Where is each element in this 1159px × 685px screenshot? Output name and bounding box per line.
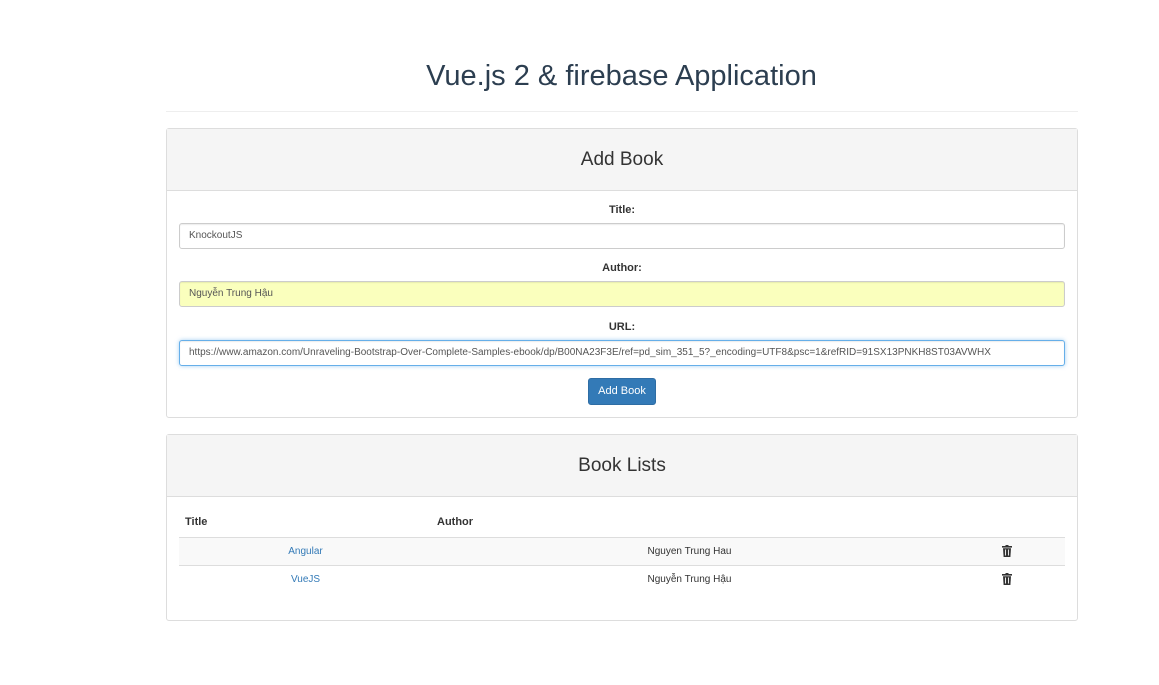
book-author: Nguyen Trung Hau [647, 546, 732, 557]
author-label: Author: [602, 262, 642, 274]
column-header-author: Author [437, 516, 474, 528]
trash-icon[interactable] [1002, 545, 1012, 557]
trash-icon[interactable] [1002, 573, 1012, 585]
book-list-heading: Book Lists [167, 435, 1077, 497]
column-header-title: Title [185, 516, 208, 528]
book-author: Nguyễn Trung Hậu [647, 574, 732, 585]
author-input[interactable]: Nguyễn Trung Hậu [179, 281, 1065, 307]
book-list-panel: Book Lists Title Author Angular Nguyen T… [166, 434, 1078, 621]
table-row: Angular Nguyen Trung Hau [179, 537, 1065, 565]
add-book-heading: Add Book [167, 129, 1077, 191]
table-row: VueJS Nguyễn Trung Hậu [179, 565, 1065, 593]
url-input[interactable]: https://www.amazon.com/Unraveling-Bootst… [179, 340, 1065, 366]
book-title-link[interactable]: VueJS [179, 566, 432, 593]
title-input[interactable]: KnockoutJS [179, 223, 1065, 249]
url-label: URL: [608, 321, 636, 333]
book-title-link[interactable]: Angular [179, 538, 432, 565]
title-label: Title: [608, 204, 636, 216]
title-divider [166, 111, 1078, 112]
add-book-panel: Add Book Title: KnockoutJS Author: Nguyễ… [166, 128, 1078, 418]
page-title: Vue.js 2 & firebase Application [426, 60, 817, 92]
add-book-button[interactable]: Add Book [588, 378, 656, 405]
